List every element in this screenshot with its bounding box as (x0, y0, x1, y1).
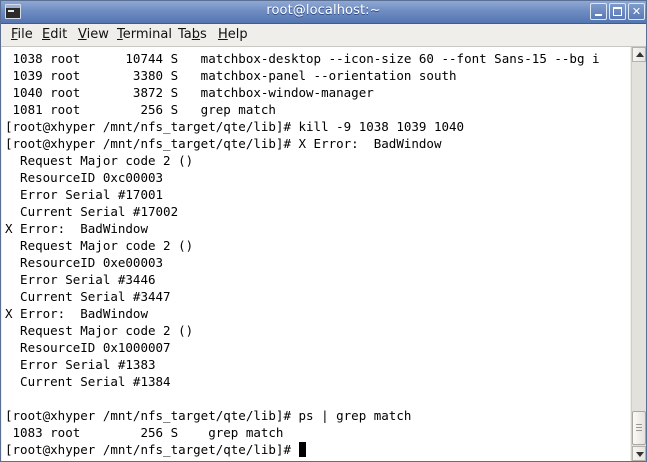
terminal-line: Error Serial #3446 (5, 272, 156, 287)
terminal-line: 1039 root 3380 S matchbox-panel --orient… (5, 68, 457, 83)
thumb-grip-line (636, 424, 642, 425)
menu-terminal-rest: erminal (122, 27, 172, 42)
terminal-line: 1083 root 256 S grep match (5, 425, 284, 440)
terminal-line: X Error: BadWindow (5, 306, 148, 321)
terminal-line: Error Serial #1383 (5, 357, 156, 372)
terminal-line: [root@xhyper /mnt/nfs_target/qte/lib]# p… (5, 408, 412, 423)
menu-file-rest: ile (17, 27, 33, 42)
terminal-line: Request Major code 2 () (5, 238, 194, 253)
terminal-line: Error Serial #17001 (5, 187, 164, 202)
close-icon: ✕ (631, 5, 642, 18)
menu-edit-rest: dit (50, 27, 68, 42)
terminal-line: 1038 root 10744 S matchbox-desktop --ico… (5, 51, 600, 66)
thumb-grip-line (636, 430, 642, 431)
menu-tabs-pre: Ta (178, 27, 192, 42)
minimize-button[interactable] (590, 3, 607, 20)
menu-tabs-rest: s (200, 27, 207, 42)
terminal-window: root@localhost:~ ✕ File Edit View Termin… (0, 0, 647, 462)
menu-edit[interactable]: Edit (42, 27, 67, 42)
maximize-button[interactable] (609, 3, 626, 20)
menu-help[interactable]: Help (218, 27, 248, 42)
scroll-thumb[interactable] (632, 411, 646, 445)
maximize-icon (613, 7, 622, 16)
terminal-line: Request Major code 2 () (5, 323, 194, 338)
terminal-output[interactable]: 1038 root 10744 S matchbox-desktop --ico… (2, 47, 630, 461)
terminal-line: Current Serial #3447 (5, 289, 171, 304)
terminal-line: ResourceID 0xc00003 (5, 170, 164, 185)
text-cursor (298, 442, 306, 457)
menu-view-rest: iew (86, 27, 109, 42)
menu-view[interactable]: View (78, 27, 109, 42)
terminal-line: ResourceID 0xe00003 (5, 255, 164, 270)
vertical-scrollbar[interactable] (631, 47, 646, 461)
terminal-line: [root@xhyper /mnt/nfs_target/qte/lib]# X… (5, 136, 442, 151)
terminal-line: X Error: BadWindow (5, 221, 148, 236)
close-button[interactable]: ✕ (628, 3, 645, 20)
terminal-line: Request Major code 2 () (5, 153, 194, 168)
menu-help-rest: elp (227, 27, 248, 42)
terminal-line: 1040 root 3872 S matchbox-window-manager (5, 85, 374, 100)
menu-file[interactable]: File (11, 27, 33, 42)
arrow-down-icon (636, 452, 644, 457)
terminal-line: [root@xhyper /mnt/nfs_target/qte/lib]# k… (5, 119, 465, 134)
terminal-line: Current Serial #1384 (5, 374, 171, 389)
arrow-up-icon (636, 52, 644, 57)
terminal-prompt-line: [root@xhyper /mnt/nfs_target/qte/lib]# (5, 442, 299, 457)
minimize-icon (595, 14, 602, 16)
menu-edit-accel: E (42, 27, 51, 42)
scroll-down-button[interactable] (632, 446, 646, 461)
scroll-up-button[interactable] (632, 47, 646, 62)
menu-help-accel: H (218, 27, 228, 42)
terminal-line: 1081 root 256 S grep match (5, 102, 276, 117)
menu-tabs[interactable]: Tabs (178, 27, 207, 42)
window-title: root@localhost:~ (266, 3, 381, 18)
menu-view-accel: V (78, 27, 87, 42)
terminal-line: Current Serial #17002 (5, 204, 179, 219)
menu-bar: File Edit View Terminal Tabs Help (1, 24, 646, 47)
title-bar[interactable]: root@localhost:~ ✕ (1, 1, 646, 24)
menu-tabs-accel: b (191, 27, 201, 42)
terminal-line: ResourceID 0x1000007 (5, 340, 171, 355)
thumb-grip-line (636, 427, 642, 428)
menu-terminal[interactable]: Terminal (117, 27, 172, 42)
